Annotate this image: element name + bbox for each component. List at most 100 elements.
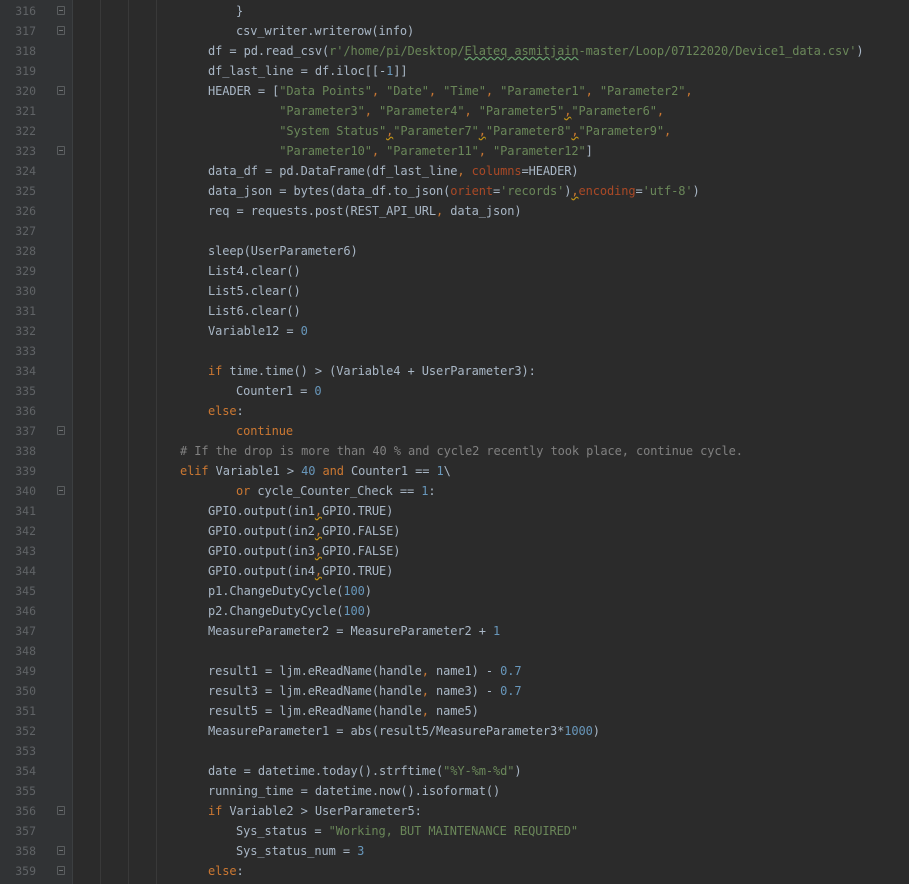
fold-marker-icon[interactable] (57, 806, 65, 815)
code-token: 100 (343, 604, 365, 618)
code-line[interactable]: 348 (0, 641, 909, 661)
fold-marker-icon[interactable] (57, 26, 65, 35)
fold-marker-icon[interactable] (57, 486, 65, 495)
code-token: , (457, 164, 472, 178)
code-line[interactable]: 355 running_time = datetime.now().isoform… (0, 781, 909, 801)
code-text: or cycle_Counter_Check == 1: (236, 481, 436, 501)
fold-marker-icon[interactable] (57, 6, 65, 15)
code-line[interactable]: 349 result1 = ljm.eReadName(handle, name1… (0, 661, 909, 681)
code-line[interactable]: 356 if Variable2 > UserParameter5: (0, 801, 909, 821)
code-token: ] (585, 144, 593, 158)
code-line[interactable]: 324 data_df = pd.DataFrame(df_last_line, … (0, 161, 909, 181)
code-line[interactable]: 321 "Parameter3", "Parameter4", "Paramet… (0, 101, 909, 121)
code-line[interactable]: 338 # If the drop is more than 40 % and c… (0, 441, 909, 461)
fold-marker-icon[interactable] (57, 846, 65, 855)
code-line[interactable]: 340 or cycle_Counter_Check == 1: (0, 481, 909, 501)
code-line[interactable]: 329 List4.clear() (0, 261, 909, 281)
fold-marker-icon[interactable] (57, 426, 65, 435)
code-line[interactable]: 323 "Parameter10", "Parameter11", "Param… (0, 141, 909, 161)
code-line[interactable]: 351 result5 = ljm.eReadName(handle, name5… (0, 701, 909, 721)
code-token: , (571, 184, 579, 198)
fold-marker-icon[interactable] (57, 866, 65, 875)
code-line[interactable]: 316} (0, 1, 909, 21)
code-token: } (236, 4, 244, 18)
line-number: 333 (15, 344, 36, 358)
fold-marker-icon[interactable] (57, 86, 65, 95)
code-line[interactable]: 354 date = datetime.today().strftime("%Y-… (0, 761, 909, 781)
code-line[interactable]: 319 df_last_line = df.iloc[[-1]] (0, 61, 909, 81)
code-line[interactable]: 337 continue (0, 421, 909, 441)
line-number: 323 (15, 144, 36, 158)
code-token: ) (514, 764, 522, 778)
code-line[interactable]: 326 req = requests.post(REST_API_URL, dat… (0, 201, 909, 221)
code-line[interactable]: 343 GPIO.output(in3,GPIO.FALSE) (0, 541, 909, 561)
code-token: else (208, 864, 237, 878)
code-line[interactable]: 359 else: (0, 861, 909, 881)
code-line[interactable]: 346 p2.ChangeDutyCycle(100) (0, 601, 909, 621)
code-token: 1 (493, 624, 501, 638)
code-line[interactable]: 332 Variable12 = 0 (0, 321, 909, 341)
line-number: 318 (15, 44, 36, 58)
code-line[interactable]: 317 csv_writer.writerow(info) (0, 21, 909, 41)
code-token: = (635, 184, 643, 198)
code-token: 100 (343, 584, 365, 598)
line-number: 345 (15, 584, 36, 598)
code-line[interactable]: 318 df = pd.read_csv(r'/home/pi/Desktop/E… (0, 41, 909, 61)
code-token: Counter1 == (351, 464, 437, 478)
code-token: sleep(UserParameter6) (208, 244, 358, 258)
code-line[interactable]: 334 if time.time() > (Variable4 + UserPar… (0, 361, 909, 381)
code-token: running_time = datetime.now().isoformat(… (208, 784, 501, 798)
code-text: req = requests.post(REST_API_URL, data_j… (208, 201, 522, 221)
code-line[interactable]: 353 (0, 741, 909, 761)
code-text: Counter1 = 0 (236, 381, 322, 401)
code-line[interactable]: 333 (0, 341, 909, 361)
code-line[interactable]: 352 MeasureParameter1 = abs(result5/Measu… (0, 721, 909, 741)
code-text: List5.clear() (208, 281, 301, 301)
code-line[interactable]: 325 data_json = bytes(data_df.to_json(ori… (0, 181, 909, 201)
code-line[interactable]: 328 sleep(UserParameter6) (0, 241, 909, 261)
code-line[interactable]: 327 (0, 221, 909, 241)
code-token: , (314, 504, 322, 518)
code-line[interactable]: 345 p1.ChangeDutyCycle(100) (0, 581, 909, 601)
code-token: GPIO.output(in2 (208, 524, 315, 538)
code-editor[interactable]: 316} 317 csv_writer.writerow(info) 318 df = … (0, 0, 909, 884)
code-token: -master/Loop/07122020/Device1_data.csv' (578, 44, 857, 58)
code-text: result3 = ljm.eReadName(handle, name3) -… (208, 681, 522, 701)
code-line[interactable]: 350 result3 = ljm.eReadName(handle, name3… (0, 681, 909, 701)
code-token: 0.7 (500, 664, 522, 678)
line-number: 337 (15, 424, 36, 438)
code-token: , (314, 564, 322, 578)
code-line[interactable]: 320 HEADER = ["Data Points", "Date", "Tim… (0, 81, 909, 101)
code-token: , (571, 124, 579, 138)
code-text: MeasureParameter2 = MeasureParameter2 + … (208, 621, 500, 641)
code-line[interactable]: 339 elif Variable1 > 40 and Counter1 == 1… (0, 461, 909, 481)
code-line[interactable]: 342 GPIO.output(in2,GPIO.FALSE) (0, 521, 909, 541)
code-line[interactable]: 335 Counter1 = 0 (0, 381, 909, 401)
line-number: 356 (15, 804, 36, 818)
code-line[interactable]: 344 GPIO.output(in4,GPIO.TRUE) (0, 561, 909, 581)
code-text: result1 = ljm.eReadName(handle, name1) -… (208, 661, 522, 681)
code-line[interactable]: 341 GPIO.output(in1,GPIO.TRUE) (0, 501, 909, 521)
code-text: MeasureParameter1 = abs(result5/MeasureP… (208, 721, 600, 741)
line-number: 328 (15, 244, 36, 258)
code-line[interactable]: 347 MeasureParameter2 = MeasureParameter2… (0, 621, 909, 641)
code-token: "Parameter10" (279, 144, 372, 158)
code-line[interactable]: 336 else: (0, 401, 909, 421)
code-line[interactable]: 358 Sys_status_num = 3 (0, 841, 909, 861)
code-token: , (478, 124, 486, 138)
code-token: "Parameter3" (279, 104, 365, 118)
code-line[interactable]: 357 Sys_status = "Working, BUT MAINTENANC… (0, 821, 909, 841)
code-text: p2.ChangeDutyCycle(100) (208, 601, 372, 621)
code-token: "Data Points" (279, 84, 372, 98)
code-token: "Time" (443, 84, 486, 98)
code-token: 'utf-8' (642, 184, 693, 198)
code-token: csv_writer.writerow(info) (236, 24, 415, 38)
code-line[interactable]: 331 List6.clear() (0, 301, 909, 321)
code-line[interactable]: 330 List5.clear() (0, 281, 909, 301)
code-line[interactable]: 322 "System Status","Parameter7","Parame… (0, 121, 909, 141)
code-token: elif (180, 464, 216, 478)
fold-marker-icon[interactable] (57, 146, 65, 155)
code-text: List4.clear() (208, 261, 301, 281)
code-token: , (485, 84, 501, 98)
